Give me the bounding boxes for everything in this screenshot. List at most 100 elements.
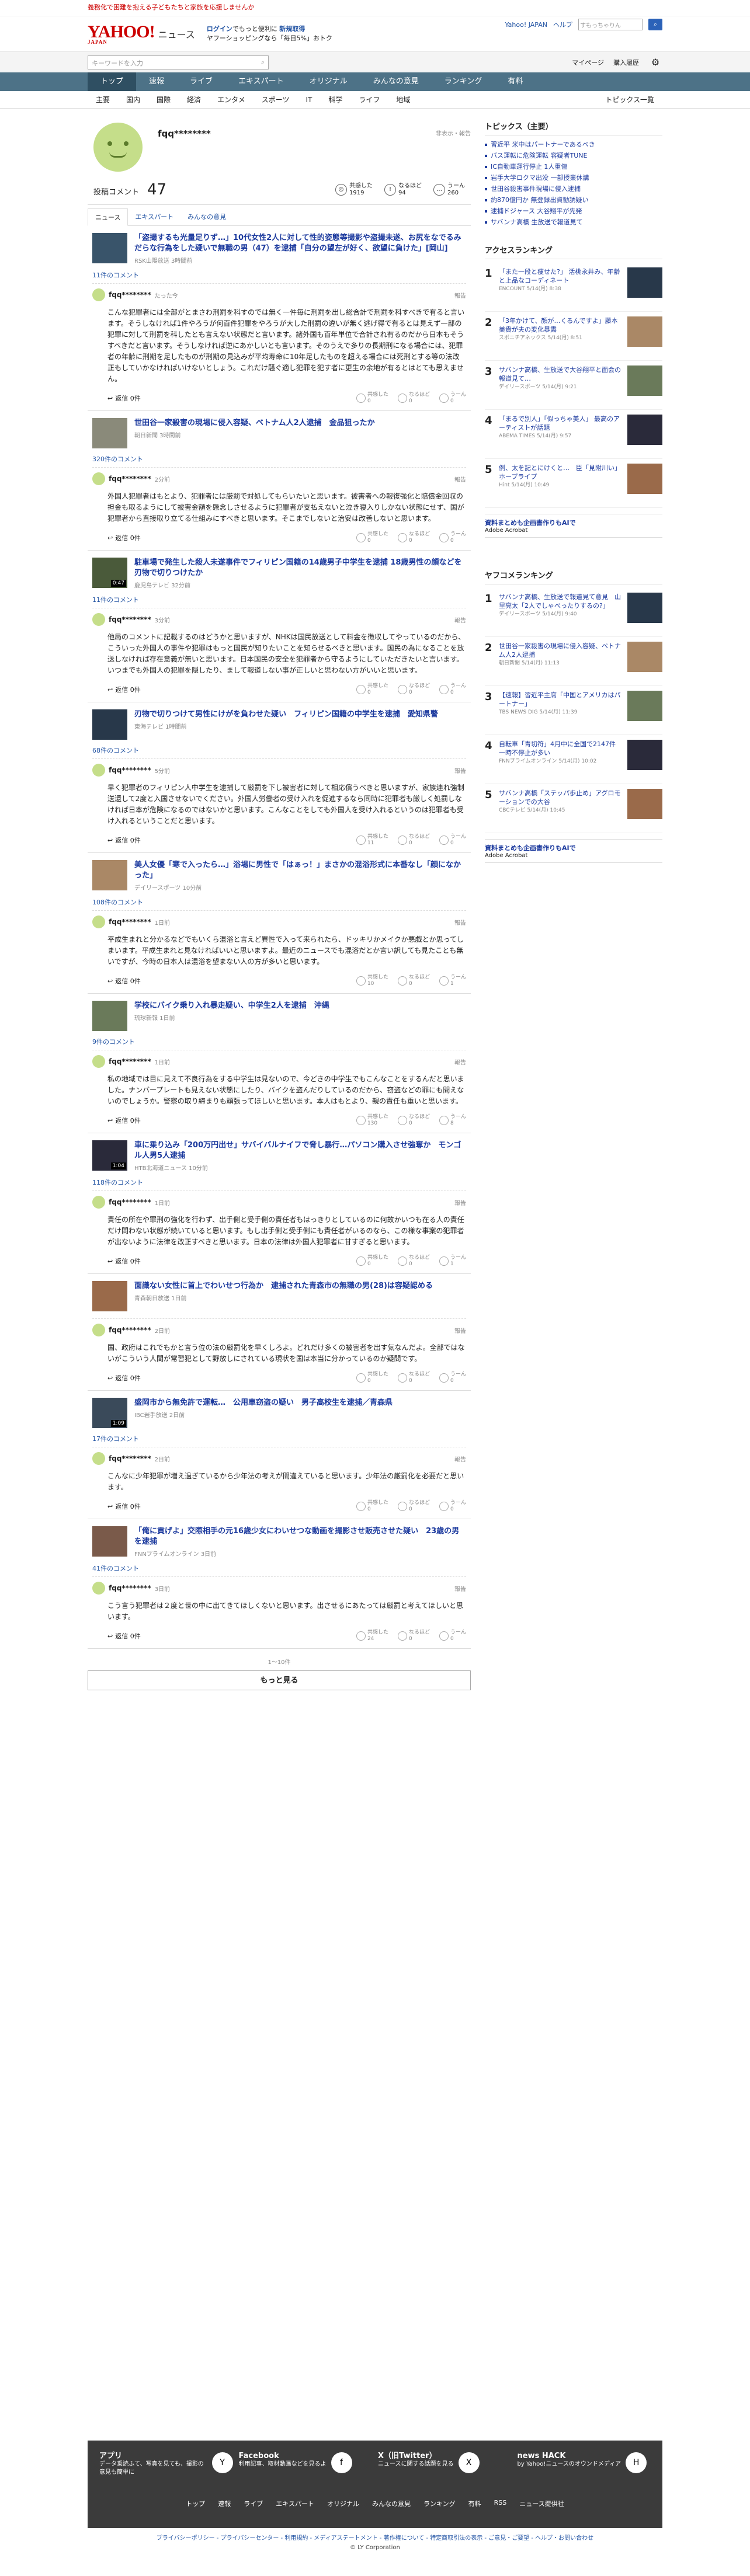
empathy-button[interactable]: 共感した 0 xyxy=(356,392,388,405)
comment-count-link[interactable]: 11件のコメント xyxy=(92,595,466,604)
insight-button[interactable]: なるほど 0 xyxy=(397,974,430,987)
topics-list-link[interactable]: トピックス一覧 xyxy=(597,91,662,108)
subnav-item[interactable]: ライフ xyxy=(350,91,388,108)
hmm-button[interactable]: うーん 0 xyxy=(439,392,466,405)
report-button[interactable]: 報告 xyxy=(454,475,466,483)
empathy-button[interactable]: 共感した 11 xyxy=(356,834,388,847)
comment-count-link[interactable]: 320件のコメント xyxy=(92,454,466,464)
subnav-item[interactable]: 国内 xyxy=(118,91,148,108)
footer-link[interactable]: ランキング xyxy=(423,2499,456,2508)
article-link[interactable]: 0:47 駐車場で発生した殺人未遂事件でフィリピン国籍の14歳男子中学生を逮捕 … xyxy=(92,558,466,589)
hmm-button[interactable]: うーん 1 xyxy=(439,1255,466,1268)
subnav-item[interactable]: 経済 xyxy=(179,91,209,108)
ranking-item[interactable]: 5 サバンナ高橋「ステッパ歩止め」アグロモーションでの大谷 CBCテレビ 5/14(… xyxy=(485,784,662,833)
reply-button[interactable]: ↩ 返信 0件 xyxy=(107,533,141,542)
nav-expert[interactable]: エキスパート xyxy=(225,72,297,91)
header-search[interactable]: すもっちゃりん xyxy=(578,19,643,30)
insight-button[interactable]: なるほど 0 xyxy=(397,834,430,847)
footer-link[interactable]: エキスパート xyxy=(276,2499,314,2508)
reply-button[interactable]: ↩ 返信 0件 xyxy=(107,394,141,403)
insight-button[interactable]: なるほど 0 xyxy=(397,531,430,544)
subnav-item[interactable]: 科学 xyxy=(320,91,350,108)
empathy-button[interactable]: 共感した 0 xyxy=(356,683,388,696)
mypage-link[interactable]: マイページ xyxy=(572,58,604,67)
insight-button[interactable]: なるほど 0 xyxy=(397,392,430,405)
help-link[interactable]: ヘルプ xyxy=(553,20,572,29)
reply-button[interactable]: ↩ 返信 0件 xyxy=(107,1116,141,1125)
nav-opinion[interactable]: みんなの意見 xyxy=(360,72,432,91)
reply-button[interactable]: ↩ 返信 0件 xyxy=(107,1373,141,1383)
footer-link[interactable]: 速報 xyxy=(218,2499,231,2508)
topic-item[interactable]: バス運転に危険運転 容疑者TUNE xyxy=(485,150,662,161)
more-button[interactable]: もっと見る xyxy=(88,1670,471,1690)
hmm-button[interactable]: うーん 0 xyxy=(439,683,466,696)
nav-ranking[interactable]: ランキング xyxy=(432,72,495,91)
subnav-item[interactable]: 国際 xyxy=(148,91,179,108)
report-button[interactable]: 報告 xyxy=(454,766,466,775)
ranking-item[interactable]: 3 サバンナ高橋、生放送で大谷翔平と面会の報道見て… デイリースポーツ 5/14(月… xyxy=(485,361,662,410)
insight-button[interactable]: なるほど 0 xyxy=(397,1255,430,1268)
gear-icon[interactable]: ⚙ xyxy=(648,55,662,69)
article-link[interactable]: 学校にバイク乗り入れ暴走疑い、中学生2人を逮捕 沖縄 琉球新報 1日前 xyxy=(92,1001,466,1031)
tab-expert[interactable]: エキスパート xyxy=(128,208,180,225)
footer-col[interactable]: Facebook 利用記事、取材動画などを見るよ f xyxy=(239,2452,373,2477)
ad-banner[interactable]: 資料まとめも企画書作りもAIで Adobe Acrobat xyxy=(485,514,662,538)
empathy-button[interactable]: 共感した 0 xyxy=(356,1371,388,1384)
ad-banner-2[interactable]: 資料まとめも企画書作りもAIで Adobe Acrobat xyxy=(485,839,662,863)
topic-item[interactable]: 習近平 米中はパートナーであるべき xyxy=(485,139,662,150)
topic-item[interactable]: 岩手大学ロクマ出没 一部授業休講 xyxy=(485,172,662,183)
hmm-button[interactable]: うーん 0 xyxy=(439,834,466,847)
news-logo[interactable]: ニュース xyxy=(158,27,195,41)
hmm-button[interactable]: うーん 0 xyxy=(439,531,466,544)
empathy-button[interactable]: 共感した 24 xyxy=(356,1630,388,1642)
nav-live[interactable]: ライブ xyxy=(177,72,225,91)
comment-count-link[interactable]: 68件のコメント xyxy=(92,746,466,755)
report-button[interactable]: 報告 xyxy=(454,1326,466,1335)
search-input[interactable]: キーワードを入力 ⌕ xyxy=(88,55,269,69)
promo[interactable]: ログインでもっと便利に 新規取得 ヤフーショッピングなら「毎日5%」おトク xyxy=(207,25,332,43)
tab-opinion[interactable]: みんなの意見 xyxy=(180,208,233,225)
report-button[interactable]: 報告 xyxy=(454,615,466,624)
comment-count-link[interactable]: 108件のコメント xyxy=(92,897,466,907)
empathy-button[interactable]: 共感した 0 xyxy=(356,1500,388,1513)
subnav-item[interactable]: IT xyxy=(297,91,320,108)
reply-button[interactable]: ↩ 返信 0件 xyxy=(107,1631,141,1641)
nav-flash[interactable]: 速報 xyxy=(136,72,177,91)
insight-button[interactable]: なるほど 0 xyxy=(397,683,430,696)
footer-link[interactable]: オリジナル xyxy=(327,2499,359,2508)
article-link[interactable]: 面識ない女性に首上でわいせつ行為か 逮捕された青森市の無職の男(28)は容疑認め… xyxy=(92,1281,466,1311)
footer-col[interactable]: アプリ データ乗読ふて、写真を見ても、撮影の意見も簡単に Y xyxy=(99,2452,233,2477)
tab-news[interactable]: ニュース xyxy=(88,208,129,226)
subnav-item[interactable]: 地域 xyxy=(388,91,418,108)
ranking-item[interactable]: 2 世田谷一家殺害の現場に侵入容疑、ベトナム人2人逮捕 朝日新聞 5/14(月) 1… xyxy=(485,637,662,686)
report-button[interactable]: 報告 xyxy=(454,1198,466,1207)
empathy-button[interactable]: 共感した 10 xyxy=(356,974,388,987)
reply-button[interactable]: ↩ 返信 0件 xyxy=(107,836,141,845)
article-link[interactable]: 「盗撮するも光量足りず…」10代女性2人に対して性的姿態等撮影や盗撮未遂、お尻を… xyxy=(92,233,466,264)
insight-button[interactable]: なるほど 0 xyxy=(397,1630,430,1642)
footer-link[interactable]: トップ xyxy=(186,2499,205,2508)
ranking-item[interactable]: 2 「3年かけて、顔が…くるんですよ」藤本美貴が夫の変化暴露 スポニチアネックス 5… xyxy=(485,312,662,361)
topic-item[interactable]: サバンナ高橋 生放送で報道見て xyxy=(485,217,662,228)
topic-item[interactable]: 世田谷殺害事件現場に侵入逮捕 xyxy=(485,183,662,194)
ranking-item[interactable]: 4 「まるで別人」「似っちゃ美人」 最高のアーティストが話題 ABEMA TIMES… xyxy=(485,410,662,459)
footer-link[interactable]: ライブ xyxy=(244,2499,263,2508)
footer-col[interactable]: X（旧Twitter） ニュースに関する話題を見る X xyxy=(378,2452,512,2477)
ranking-item[interactable]: 4 自転車「青切符」4月中に全国で2147件 一時不停止が多い FNNプライムオンラ… xyxy=(485,735,662,784)
report-button[interactable]: 報告 xyxy=(454,1454,466,1463)
empathy-button[interactable]: 共感した 0 xyxy=(356,531,388,544)
nav-top[interactable]: トップ xyxy=(88,72,137,91)
footer-link[interactable]: 有料 xyxy=(468,2499,481,2508)
article-link[interactable]: 美人女優「寒で入ったら…」浴場に男性で「はぁっ！」まさかの混浴形式に本番なし「顔… xyxy=(92,860,466,892)
footer-link[interactable]: ニュース提供社 xyxy=(519,2499,564,2508)
comment-count-link[interactable]: 11件のコメント xyxy=(92,270,466,280)
footer-link[interactable]: みんなの意見 xyxy=(372,2499,411,2508)
comment-count-link[interactable]: 41件のコメント xyxy=(92,1564,466,1573)
reply-button[interactable]: ↩ 返信 0件 xyxy=(107,685,141,694)
ranking-item[interactable]: 1 サバンナ高橋、生放送で報道見て意見 山里亮太「2人でしゃべったりするの?」 デイ… xyxy=(485,588,662,637)
topic-item[interactable]: IC自動車運行停止 1人重傷 xyxy=(485,161,662,172)
ranking-item[interactable]: 5 例、太を記とにけくと… 臣「見附川い」ホープライプ Hint 5/14(月) 1… xyxy=(485,459,662,508)
nav-paid[interactable]: 有料 xyxy=(495,72,536,91)
reply-button[interactable]: ↩ 返信 0件 xyxy=(107,1256,141,1266)
report-button[interactable]: 報告 xyxy=(454,291,466,300)
